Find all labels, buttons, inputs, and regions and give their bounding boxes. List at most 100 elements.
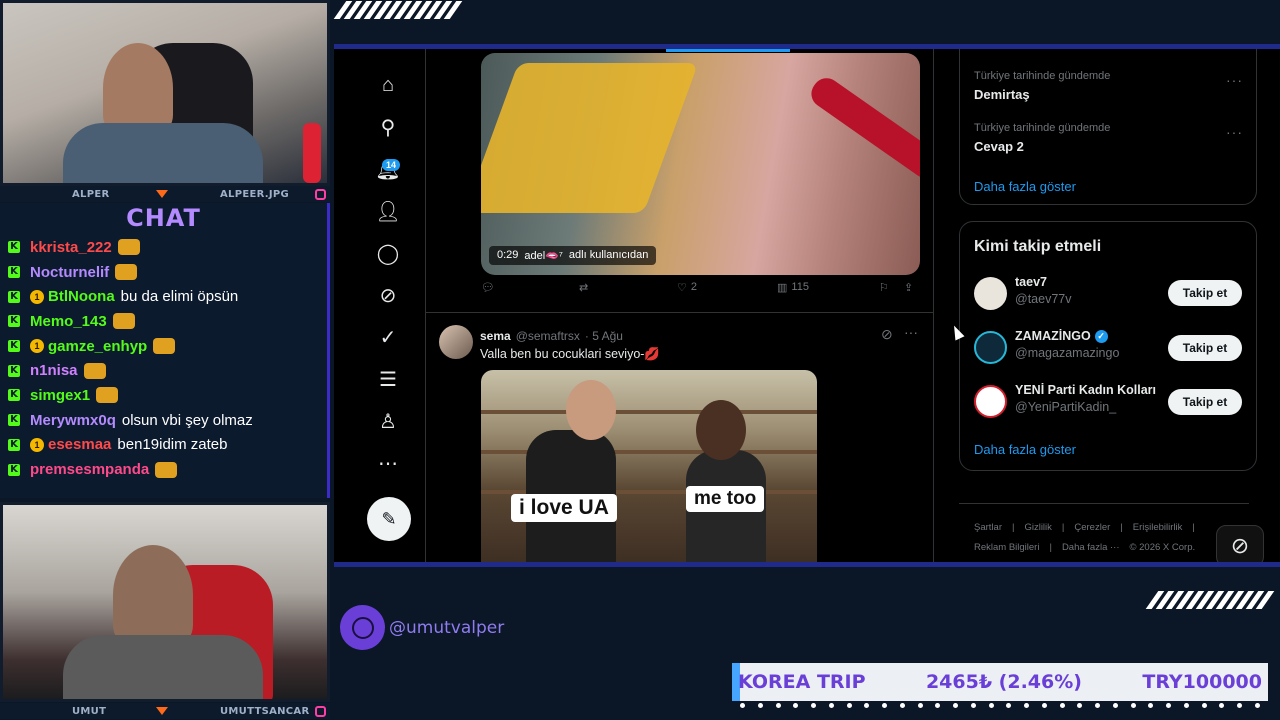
account-name[interactable]: YENİ Parti Kadın Kolları	[1015, 383, 1156, 397]
chat-username[interactable]: Nocturnelif	[30, 264, 109, 281]
avatar[interactable]	[974, 331, 1007, 364]
emote-icon	[115, 264, 138, 281]
name-bar-top: ALPER ALPEER.JPG	[0, 186, 330, 202]
account-handle: @magazamazingo	[1015, 346, 1120, 360]
chat-username[interactable]: premsesmpanda	[30, 461, 149, 478]
footer-link[interactable]: |	[1192, 522, 1194, 533]
footer-link[interactable]: Şartlar	[974, 522, 1002, 533]
instagram-icon	[315, 188, 326, 200]
verified-icon: ✓	[1094, 329, 1108, 343]
video-player[interactable]: 0:29 adel🫦⁷ adlı kullanıcıdan	[481, 53, 920, 275]
avatar[interactable]	[974, 385, 1007, 418]
chat-username[interactable]: Memo_143	[30, 313, 107, 330]
webcam-bottom	[0, 502, 330, 702]
chat-username[interactable]: esesmaa	[48, 436, 111, 453]
post-date[interactable]: · 5 Ağu	[585, 329, 623, 343]
grok-button[interactable]: ⊘	[1216, 525, 1264, 562]
account-name[interactable]: taev7	[1015, 275, 1047, 289]
ticker-value: 2465₺ (2.46%)	[925, 671, 1082, 693]
notification-count: 14	[382, 159, 401, 171]
account-name-text: taev7	[1015, 275, 1047, 289]
image-caption-right: me too	[686, 486, 765, 512]
chat-username[interactable]: simgex1	[30, 387, 90, 404]
footer-link[interactable]: |	[1120, 522, 1122, 533]
subscriber-badge: 1	[30, 289, 44, 304]
more-icon[interactable]: ···	[1226, 72, 1243, 88]
streamer-name-right: ALPEER.JPG	[220, 188, 290, 200]
footer-link[interactable]: Daha fazla ···	[1062, 542, 1120, 553]
more-icon[interactable]: ···	[1226, 124, 1243, 140]
follow-button[interactable]: Takip et	[1168, 280, 1242, 306]
footer-link[interactable]: Gizlilik	[1024, 522, 1051, 533]
emote-icon	[96, 387, 119, 404]
retweet-icon[interactable]: ⇄	[579, 281, 588, 294]
trend-label: Türkiye tarihinde gündemde	[974, 122, 1111, 134]
footer-links: Şartlar | Gizlilik | Çerezler | Erişilebilirli…	[974, 522, 1195, 533]
grok-icon[interactable]: ⊘	[881, 326, 893, 343]
kick-icon: K	[8, 438, 20, 451]
author-handle[interactable]: @semaftrsx	[516, 329, 580, 343]
avatar[interactable]	[974, 277, 1007, 310]
chat-message: Kkkrista_222	[0, 235, 327, 260]
streamer-name-right: UMUTTSANCAR	[220, 705, 310, 717]
follow-button[interactable]: Takip et	[1168, 389, 1242, 415]
chat-username[interactable]: n1nisa	[30, 362, 78, 379]
home-icon[interactable]: ⌂	[372, 69, 404, 101]
emote-icon	[83, 362, 106, 379]
video-overlay: 0:29 adel🫦⁷ adlı kullanıcıdan	[489, 246, 657, 265]
lists-icon[interactable]: ☰	[372, 363, 404, 395]
views-button[interactable]: ▥ 115	[777, 281, 809, 294]
streamer-face	[103, 43, 173, 133]
follow-icon[interactable]: 👤︎	[372, 195, 404, 227]
social-handle: @umutvalper	[340, 605, 504, 650]
emote-icon	[155, 461, 178, 478]
author-name[interactable]: sema	[480, 329, 511, 343]
kick-icon: K	[8, 241, 20, 254]
ticker-dots	[740, 703, 1260, 708]
streamer-shirt	[63, 123, 263, 183]
chat-username[interactable]: gamze_enhyp	[48, 338, 147, 355]
account-name[interactable]: ZAMAZİNGO ✓	[1015, 329, 1108, 343]
chat-text: ben19idim zateb	[117, 436, 228, 454]
show-more-follow[interactable]: Daha fazla göster	[974, 442, 1076, 457]
verified-icon[interactable]: ✓	[372, 321, 404, 353]
footer-link[interactable]: |	[1062, 522, 1064, 533]
footer-link[interactable]: Çerezler	[1074, 522, 1110, 533]
grok-icon[interactable]: ⊘	[372, 279, 404, 311]
more-icon[interactable]: ⋯	[372, 447, 404, 479]
instagram-icon	[315, 705, 326, 717]
profile-icon[interactable]: ♙	[372, 405, 404, 437]
footer-link[interactable]: |	[1012, 522, 1014, 533]
chat-message: K Nocturnelif	[0, 260, 327, 285]
messages-icon[interactable]: ◯	[372, 237, 404, 269]
chat-username[interactable]: Merywmx0q	[30, 412, 116, 429]
compose-button[interactable]: ✎	[367, 497, 411, 541]
chat-username[interactable]: BtlNoona	[48, 288, 115, 305]
avatar[interactable]	[439, 325, 473, 359]
chat-text: olsun vbi şey olmaz	[121, 411, 253, 429]
footer-link[interactable]: Erişilebilirlik	[1133, 522, 1183, 533]
trend-name[interactable]: Cevap 2	[974, 139, 1024, 154]
footer-link[interactable]: Reklam Bilgileri	[974, 542, 1039, 553]
trend-name[interactable]: Demirtaş	[974, 87, 1030, 102]
more-icon[interactable]: ···	[904, 324, 918, 340]
share-icon[interactable]: ⇪	[904, 281, 913, 294]
decor-slashes-right	[1145, 591, 1275, 609]
chat-username[interactable]: kkrista_222	[30, 239, 112, 256]
streamer-face	[113, 545, 193, 645]
footer-link[interactable]: © 2026 X Corp.	[1130, 542, 1196, 553]
search-icon[interactable]: ⚲	[372, 111, 404, 143]
triangle-icon	[156, 707, 168, 715]
post-image[interactable]: i love UA me too	[481, 370, 817, 562]
reply-icon[interactable]: 💬︎	[481, 281, 495, 294]
show-more-trends[interactable]: Daha fazla göster	[974, 179, 1076, 194]
kick-icon: K	[8, 340, 20, 353]
footer-link[interactable]: |	[1049, 542, 1051, 553]
follow-button[interactable]: Takip et	[1168, 335, 1242, 361]
trend-label: Türkiye tarihinde gündemde	[974, 70, 1111, 82]
chat-message: K Merywmx0q olsun vbi şey olmaz	[0, 408, 327, 433]
sidebar: Türkiye tarihinde gündemde Demirtaş ··· …	[934, 49, 1280, 562]
like-button[interactable]: ♡ 2	[677, 281, 697, 294]
bookmark-icon[interactable]: ⚐	[879, 281, 889, 294]
divider	[959, 503, 1249, 504]
